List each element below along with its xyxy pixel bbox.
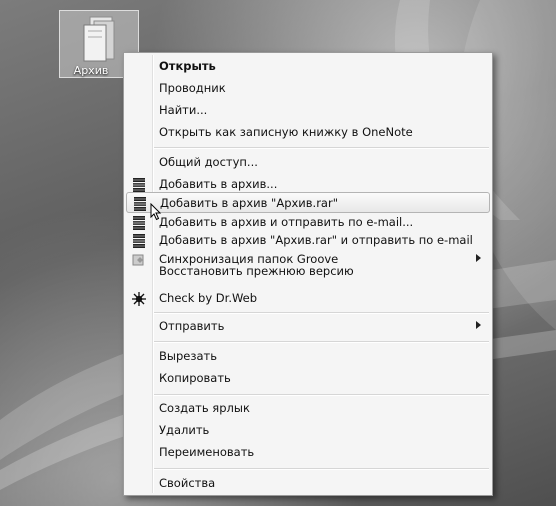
menu-item-add-archive-rar[interactable]: Добавить в архив "Архив.rar" [126,192,490,213]
winrar-books-icon [133,178,145,192]
submenu-arrow-icon [476,321,481,329]
menu-item-label: Общий доступ... [159,155,258,169]
menu-item-onenote[interactable]: Открыть как записную книжку в OneNote [126,122,490,143]
menu-item-label: Проводник [159,81,226,95]
menu-item-restore-previous[interactable]: Восстановить прежнюю версию [126,266,490,280]
drweb-spider-icon [132,292,146,306]
menu-separator [154,147,489,149]
menu-item-open[interactable]: Открыть [126,56,490,77]
menu-item-copy[interactable]: Копировать [126,368,490,389]
desktop-background: Архив Открыть Проводник Найти... Открыть… [0,0,556,506]
context-menu: Открыть Проводник Найти... Открыть как з… [123,52,493,496]
menu-item-add-archive-rar-email[interactable]: Добавить в архив "Архив.rar" и отправить… [126,230,490,251]
menu-item-label: Переименовать [159,445,255,459]
menu-item-label: Check by Dr.Web [159,291,258,305]
menu-item-create-shortcut[interactable]: Создать ярлык [126,398,490,419]
menu-separator [154,312,489,314]
menu-item-cut[interactable]: Вырезать [126,346,490,367]
menu-item-label: Открыть [159,59,216,73]
menu-separator [154,341,489,343]
menu-item-label: Удалить [159,423,210,437]
winrar-books-icon [133,234,145,248]
menu-item-label: Восстановить прежнюю версию [159,266,354,278]
desktop-icon-label: Архив [73,64,109,77]
menu-item-label: Создать ярлык [159,401,250,415]
menu-item-explorer[interactable]: Проводник [126,78,490,99]
menu-item-find[interactable]: Найти... [126,100,490,121]
menu-item-label: Добавить в архив "Архив.rar" и отправить… [159,233,473,247]
menu-item-label: Добавить в архив... [159,177,278,191]
menu-item-label: Копировать [159,371,231,385]
menu-item-label: Добавить в архив "Архив.rar" [160,196,338,210]
menu-item-label: Открыть как записную книжку в OneNote [159,125,413,139]
menu-item-label: Свойства [159,476,216,490]
folder-icon [83,16,115,62]
menu-item-label: Отправить [159,319,225,333]
mouse-pointer-icon [150,203,162,221]
menu-separator [154,394,489,396]
menu-item-rename[interactable]: Переименовать [126,442,490,463]
menu-item-label: Вырезать [159,349,217,363]
menu-item-send-to[interactable]: Отправить [126,316,490,337]
menu-item-check-drweb[interactable]: Check by Dr.Web [126,288,490,309]
menu-item-delete[interactable]: Удалить [126,420,490,441]
submenu-arrow-icon [476,254,481,262]
menu-item-label: Синхронизация папок Groove [159,252,339,266]
menu-item-label: Найти... [159,103,208,117]
menu-item-properties[interactable]: Свойства [126,473,490,494]
menu-item-share[interactable]: Общий доступ... [126,152,490,173]
winrar-books-icon [133,216,145,230]
menu-separator [154,468,489,470]
winrar-books-icon [134,197,146,211]
menu-item-label: Добавить в архив и отправить по e-mail..… [159,215,414,229]
